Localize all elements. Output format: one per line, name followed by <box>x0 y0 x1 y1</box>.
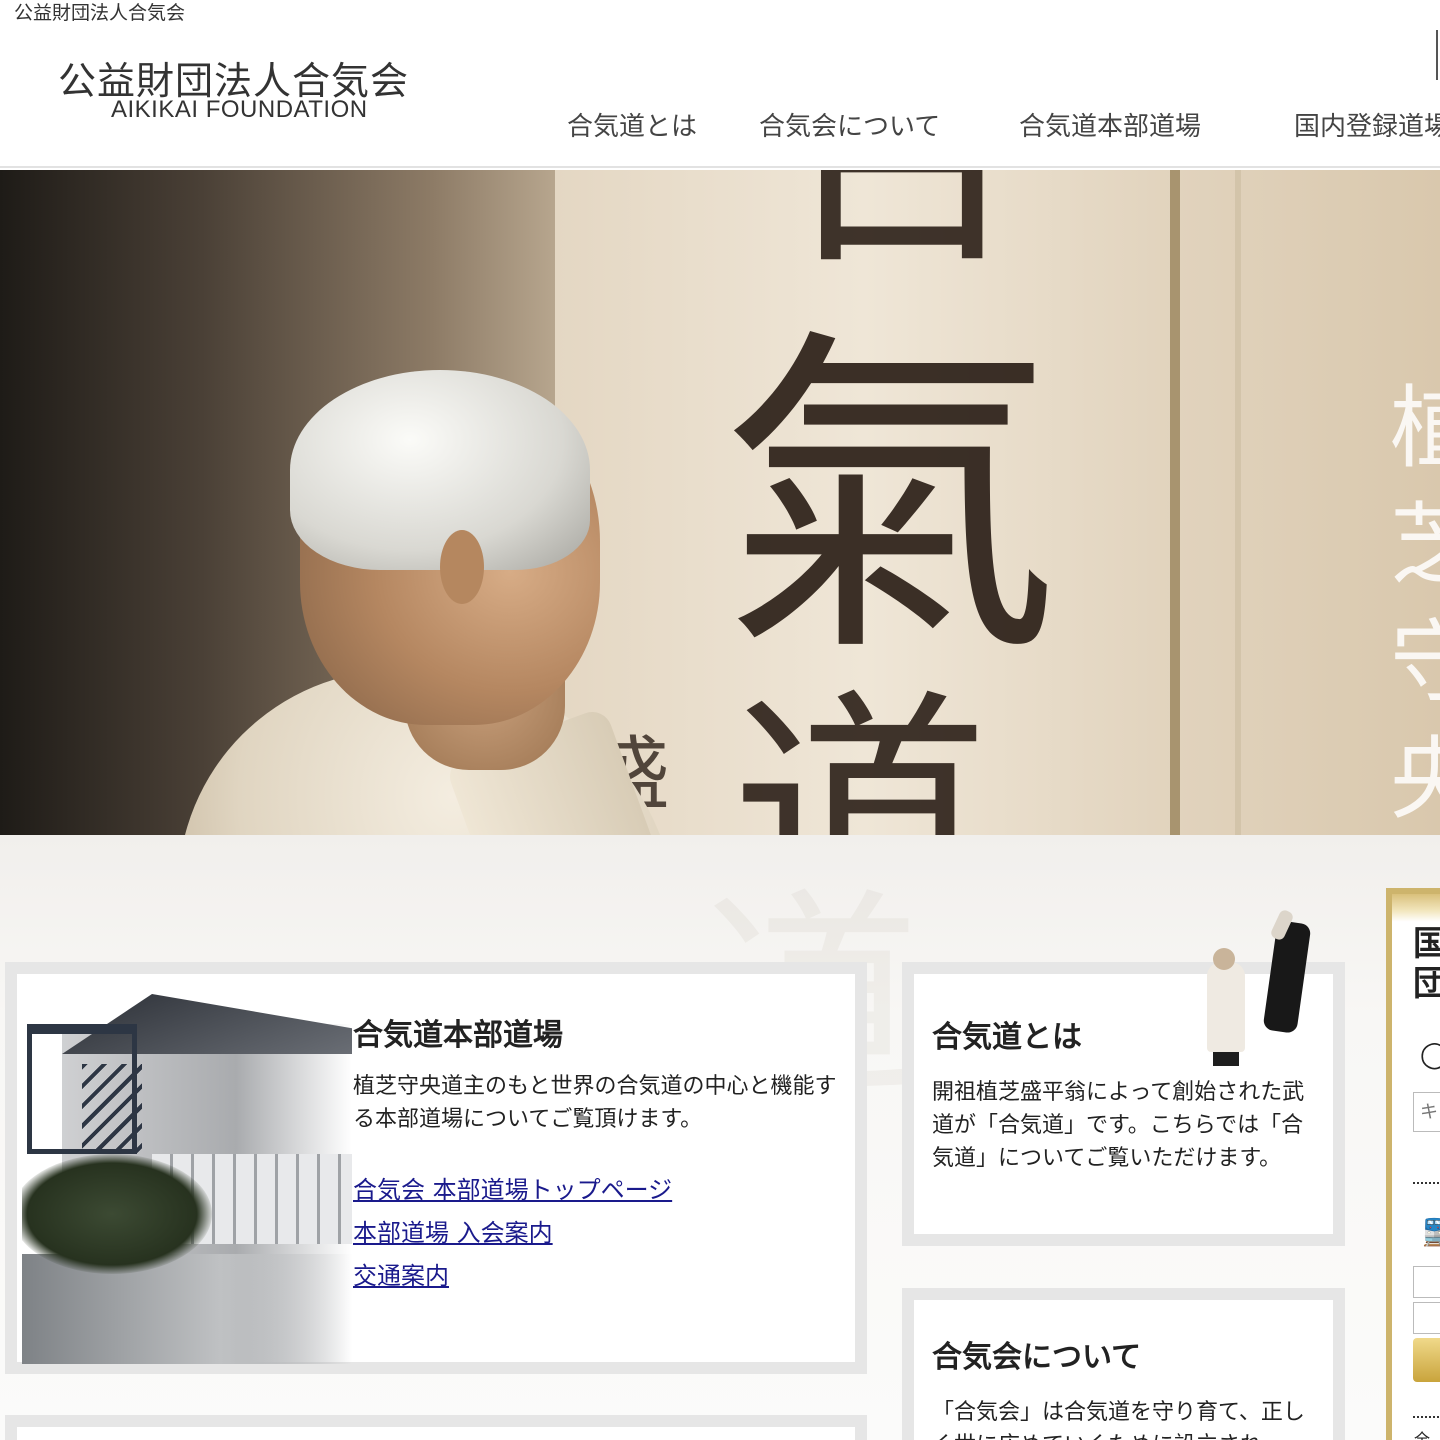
sidebar-divider-2 <box>1413 1416 1440 1418</box>
logo-english[interactable]: AIKIKAI FOUNDATION <box>111 96 368 124</box>
nav-item-honbu-dojo[interactable]: 合気道本部道場 <box>1019 106 1201 143</box>
honbu-building-image <box>22 984 352 1364</box>
calligraphy-main: 氣 <box>720 302 1060 698</box>
honbu-top-page-link[interactable]: 合気会 本部道場トップページ <box>353 1170 672 1205</box>
aikido-card-title[interactable]: 合気道とは <box>932 1012 1082 1056</box>
portrait-figure <box>0 170 700 835</box>
train-icon: 🚆 <box>1418 1218 1440 1248</box>
sidebar-footer-text: 全国 <box>1414 1430 1431 1440</box>
nav-item-aikikai[interactable]: 合気会について <box>759 106 940 143</box>
sidebar-divider <box>1413 1182 1440 1184</box>
honbu-enrollment-link[interactable]: 本部道場 入会案内 <box>353 1213 553 1248</box>
site-header: 公益財団法人合気会 AIKIKAI FOUNDATION 合気道とは 合気会につ… <box>0 0 1440 168</box>
hero-banner: 合 氣 道 盛 植芝守央 <box>0 170 1440 835</box>
hero-scroll-edge-outer <box>1235 170 1241 835</box>
nav-item-aikido[interactable]: 合気道とは <box>567 106 697 143</box>
calligraphy-bottom: 道 <box>730 669 990 835</box>
aikido-card-text: 開祖植芝盛平翁によって創始された武道が「合気道」です。こちらでは「合気道」につい… <box>932 1080 1305 1171</box>
honbu-access-link[interactable]: 交通案内 <box>353 1256 449 1291</box>
aikido-figure-head <box>1213 948 1235 970</box>
aikido-technique-image <box>1195 908 1325 1060</box>
aikido-figure-shite <box>1207 962 1245 1052</box>
portrait-ear <box>440 530 484 604</box>
sidebar-title: 国団 <box>1413 924 1440 1004</box>
sidebar-search-button[interactable] <box>1413 1338 1440 1382</box>
keyword-search-input[interactable] <box>1413 1092 1440 1132</box>
top-site-title: 公益財団法人合気会 <box>14 2 186 24</box>
portrait-hair <box>290 370 590 570</box>
sidebar-select-1[interactable] <box>1413 1266 1440 1298</box>
honbu-card-text: 植芝守央道主のもと世界の合気道の中心と機能する本部道場についてご覧頂けます。 <box>353 1074 837 1132</box>
header-divider <box>1436 30 1438 80</box>
lower-card <box>5 1415 867 1440</box>
sidebar-select-2[interactable] <box>1413 1302 1440 1334</box>
calligraphy-top: 合 <box>770 170 1030 280</box>
aikikai-card-title[interactable]: 合気会について <box>932 1332 1141 1376</box>
aikikai-card-text: 「合気会」は合気道を守り育て、正しく世に広めていくために設立され <box>932 1400 1305 1440</box>
search-icon[interactable]: ◯ <box>1420 1040 1440 1070</box>
building-stairs <box>82 1064 142 1154</box>
aikikai-card: 合気会について 「合気会」は合気道を守り育て、正しく世に広めていくために設立され <box>902 1288 1345 1440</box>
honbu-dojo-card: 合気道本部道場 植芝守央道主のもと世界の合気道の中心と機能する本部道場についてご… <box>5 962 867 1374</box>
honbu-card-title: 合気道本部道場 <box>353 1018 563 1053</box>
nav-item-domestic-dojo[interactable]: 国内登録道場 <box>1294 106 1440 143</box>
aikido-figure-uke <box>1262 920 1312 1034</box>
building-base <box>22 1254 352 1364</box>
hero-scroll-edge <box>1170 170 1180 835</box>
hero-vertical-name: 植芝守央 <box>1390 376 1440 832</box>
